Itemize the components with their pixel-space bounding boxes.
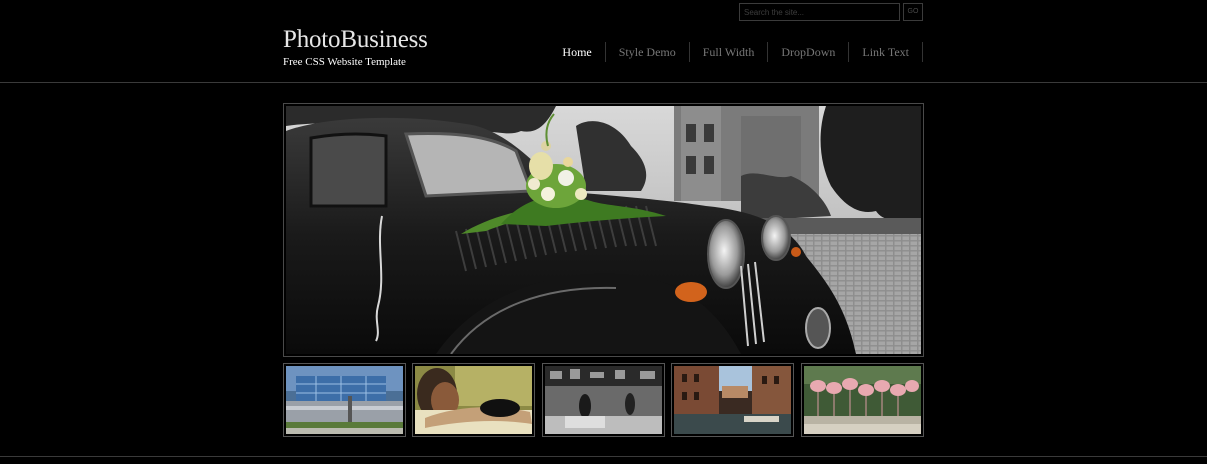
main-nav: Home Style Demo Full Width DropDown Link…: [549, 42, 923, 62]
thumbnail-5[interactable]: [801, 363, 924, 437]
nav-item-style-demo[interactable]: Style Demo: [606, 42, 690, 62]
thumbnail-2[interactable]: [412, 363, 535, 437]
slider-main-image[interactable]: [286, 106, 921, 354]
building-photo-thumbnail[interactable]: [286, 366, 403, 434]
search-form: GO: [739, 3, 923, 21]
nav-item-full-width[interactable]: Full Width: [690, 42, 769, 62]
site-header: GO PhotoBusiness Free CSS Website Templa…: [0, 0, 1207, 83]
canal-photo-thumbnail[interactable]: [674, 366, 791, 434]
site-title[interactable]: PhotoBusiness: [283, 25, 428, 55]
slider-frame: [283, 103, 924, 357]
search-input[interactable]: [739, 3, 900, 21]
search-go-button[interactable]: GO: [903, 3, 923, 21]
thumbnail-4[interactable]: [671, 363, 794, 437]
footer-divider: [0, 456, 1207, 457]
nav-item-home[interactable]: Home: [549, 42, 606, 62]
thumbnail-1[interactable]: [283, 363, 406, 437]
site-logo[interactable]: PhotoBusiness Free CSS Website Template: [283, 25, 428, 68]
thumbnail-3[interactable]: [542, 363, 665, 437]
market-photo-thumbnail[interactable]: [545, 366, 662, 434]
portrait-photo-thumbnail[interactable]: [415, 366, 532, 434]
nav-item-link-text[interactable]: Link Text: [849, 42, 923, 62]
site-tagline: Free CSS Website Template: [283, 56, 406, 68]
nav-item-dropdown[interactable]: DropDown: [768, 42, 850, 62]
flamingo-photo-thumbnail[interactable]: [804, 366, 921, 434]
